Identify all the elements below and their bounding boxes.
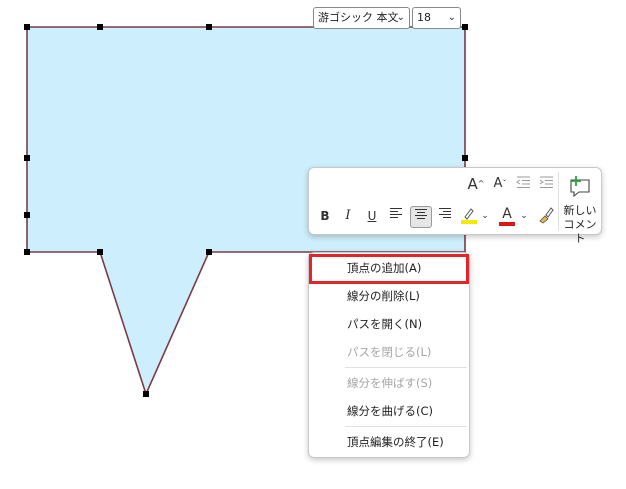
font-color-swatch: [499, 222, 515, 226]
increase-indent-icon: [539, 176, 553, 188]
new-comment-icon: [570, 176, 590, 198]
vertex-handle[interactable]: [97, 24, 103, 30]
vertex-handle[interactable]: [206, 24, 212, 30]
align-center-icon: [415, 209, 427, 219]
menu-item-curved-segment[interactable]: 線分を曲げる(C): [309, 398, 469, 424]
align-right-button[interactable]: [435, 206, 455, 226]
italic-button[interactable]: I: [338, 206, 358, 226]
menu-item-exit-edit-points[interactable]: 頂点編集の終了(E): [309, 429, 469, 455]
vertex-handle[interactable]: [206, 249, 212, 255]
align-left-button[interactable]: [386, 206, 406, 226]
menu-item-open-path[interactable]: パスを開く(N): [309, 311, 469, 337]
vertex-handle[interactable]: [24, 155, 30, 161]
toolbar-divider: [558, 172, 559, 230]
vertex-handle[interactable]: [24, 24, 30, 30]
vertex-handle[interactable]: [462, 24, 468, 30]
chevron-down-icon: ⌄: [447, 12, 456, 23]
font-name-select[interactable]: 游ゴシック 本文 ⌄: [313, 7, 410, 29]
new-comment-label-2: コメント: [563, 218, 597, 245]
decrease-indent-button[interactable]: [513, 175, 533, 195]
menu-item-delete-segment[interactable]: 線分の削除(L): [309, 283, 469, 309]
menu-separator: [345, 367, 467, 368]
chevron-down-icon: ⌄: [520, 211, 528, 221]
increase-indent-button[interactable]: [536, 175, 556, 195]
vertex-handle[interactable]: [24, 249, 30, 255]
shrink-font-button[interactable]: Aˇ: [490, 174, 510, 194]
highlight-dropdown[interactable]: ⌄: [479, 206, 491, 226]
font-color-icon: A: [502, 206, 512, 222]
grow-font-button[interactable]: A^: [466, 174, 486, 194]
new-comment-label-1: 新しい: [563, 204, 597, 217]
vertex-handle[interactable]: [97, 249, 103, 255]
highlighter-icon: [461, 208, 477, 224]
font-size-value: 18: [417, 11, 431, 24]
menu-separator: [345, 426, 467, 427]
new-comment-button[interactable]: 新しい コメント: [560, 172, 600, 245]
format-painter-button[interactable]: [536, 206, 556, 226]
font-name-value: 游ゴシック 本文: [318, 11, 399, 24]
chevron-down-icon: ⌄: [481, 211, 489, 221]
align-left-icon: [390, 208, 402, 218]
highlight-button[interactable]: [459, 206, 479, 226]
vertex-handle[interactable]: [143, 391, 149, 397]
menu-item-close-path: パスを閉じる(L): [347, 345, 432, 359]
decrease-indent-icon: [516, 176, 530, 188]
vertex-handle[interactable]: [24, 212, 30, 218]
font-color-button[interactable]: A: [497, 204, 517, 226]
font-size-select[interactable]: 18 ⌄: [412, 7, 461, 29]
chevron-down-icon: ⌄: [396, 12, 405, 23]
align-right-icon: [439, 208, 451, 218]
vertex-handle[interactable]: [462, 155, 468, 161]
format-painter-icon: [539, 207, 554, 224]
align-center-button[interactable]: [410, 206, 432, 228]
grow-font-icon: A: [467, 175, 478, 193]
underline-button[interactable]: U: [362, 206, 382, 226]
menu-item-straight-segment: 線分を伸ばす(S): [347, 376, 433, 390]
annotation-highlight-box: [309, 254, 469, 284]
font-color-dropdown[interactable]: ⌄: [518, 206, 530, 226]
bold-button[interactable]: B: [315, 206, 335, 226]
